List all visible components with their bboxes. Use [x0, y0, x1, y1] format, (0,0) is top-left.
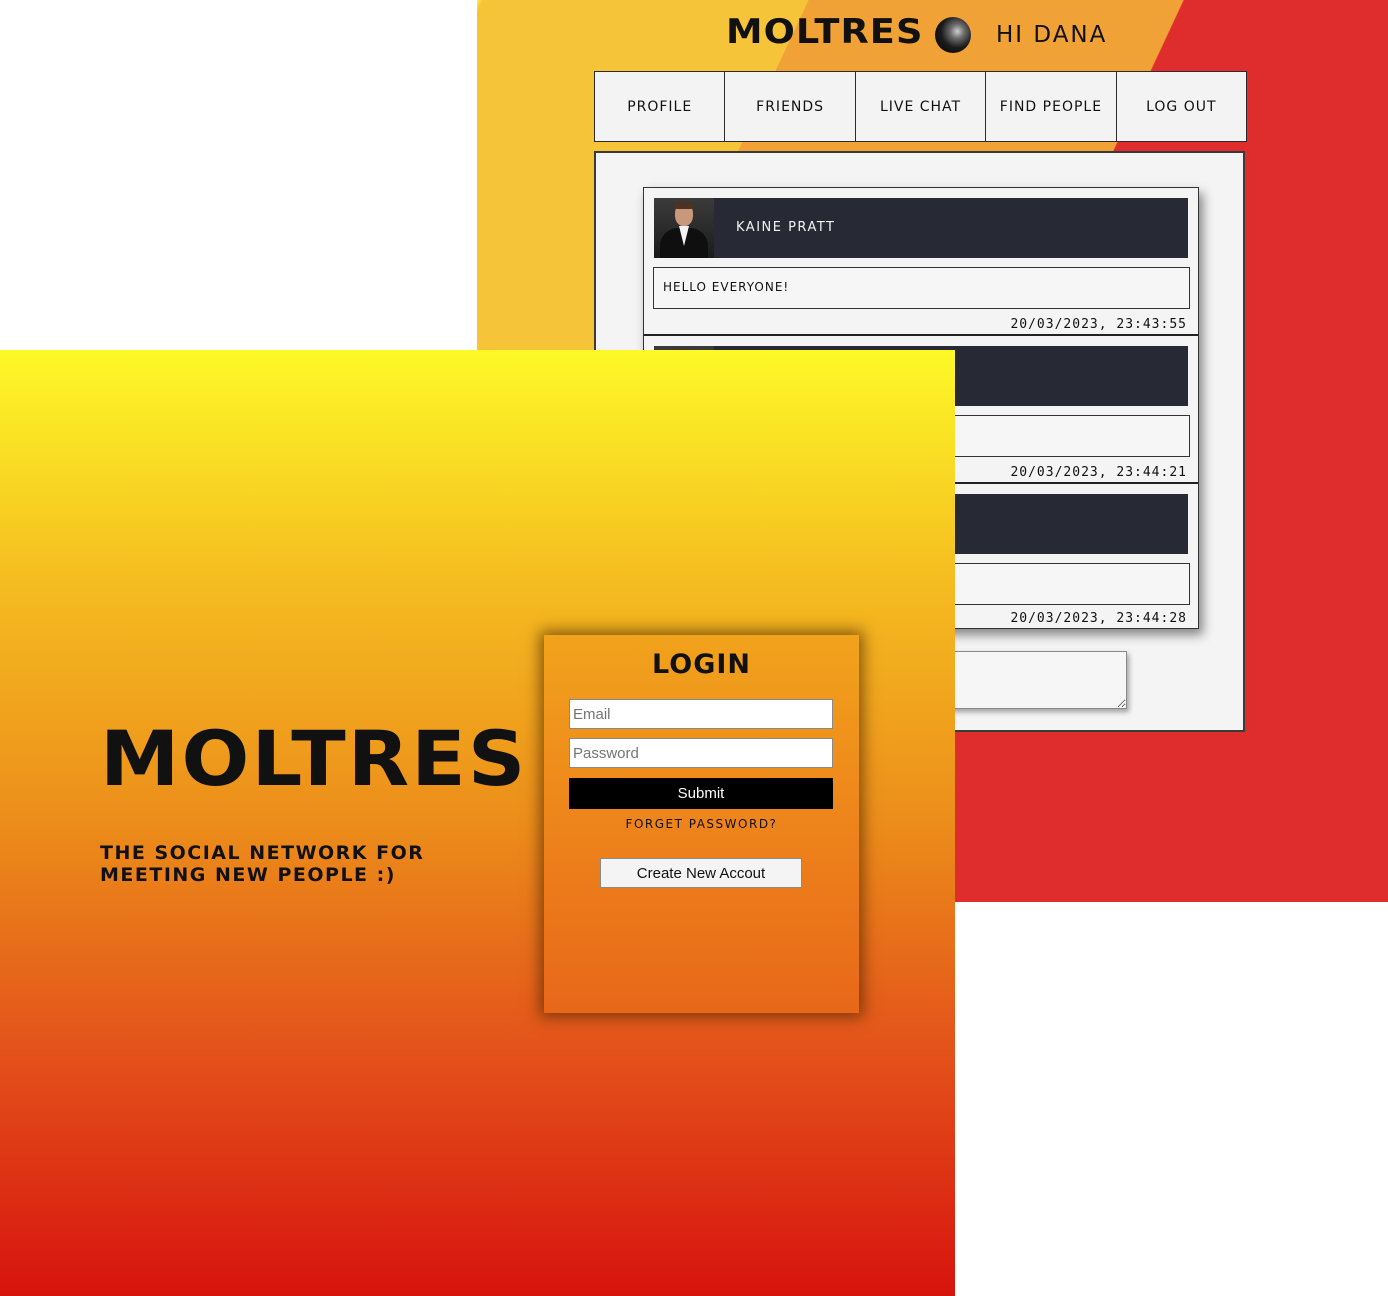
message-header: KAINE PRATT: [654, 198, 1188, 258]
message-avatar[interactable]: [654, 198, 714, 258]
nav-friends-button[interactable]: FRIENDS: [724, 71, 856, 142]
message-body: HELLO EVERYONE!: [653, 267, 1190, 309]
message-timestamp: 20/03/2023, 23:43:55: [1010, 317, 1187, 332]
main-nav: PROFILE FRIENDS LIVE CHAT FIND PEOPLE LO…: [594, 71, 1248, 142]
forgot-password-link[interactable]: FORGET PASSWORD?: [544, 817, 859, 831]
email-field[interactable]: [569, 699, 833, 729]
message-author[interactable]: KAINE PRATT: [736, 220, 835, 235]
nav-find-people-button[interactable]: FIND PEOPLE: [985, 71, 1117, 142]
login-heading: LOGIN: [652, 649, 751, 680]
tagline: THE SOCIAL NETWORK FOR MEETING NEW PEOPL…: [100, 842, 425, 886]
nav-profile-button[interactable]: PROFILE: [594, 71, 726, 142]
nav-log-out-button[interactable]: LOG OUT: [1115, 71, 1248, 142]
user-greeting: HI DANA: [996, 22, 1108, 48]
message-timestamp: 20/03/2023, 23:44:28: [1010, 611, 1187, 626]
user-avatar[interactable]: [935, 17, 971, 53]
chat-page-logo: MOLTRES: [726, 12, 924, 52]
login-page-logo: MOLTRES: [100, 714, 528, 803]
login-page-screenshot: MOLTRES THE SOCIAL NETWORK FOR MEETING N…: [0, 350, 955, 1296]
login-card: LOGIN Submit FORGET PASSWORD? Create New…: [544, 635, 859, 1013]
password-field[interactable]: [569, 738, 833, 768]
message-card: KAINE PRATT HELLO EVERYONE! 20/03/2023, …: [644, 188, 1198, 336]
create-account-button[interactable]: Create New Accout: [600, 858, 802, 888]
nav-live-chat-button[interactable]: LIVE CHAT: [854, 71, 987, 142]
message-timestamp: 20/03/2023, 23:44:21: [1010, 465, 1187, 480]
submit-button[interactable]: Submit: [569, 778, 833, 809]
